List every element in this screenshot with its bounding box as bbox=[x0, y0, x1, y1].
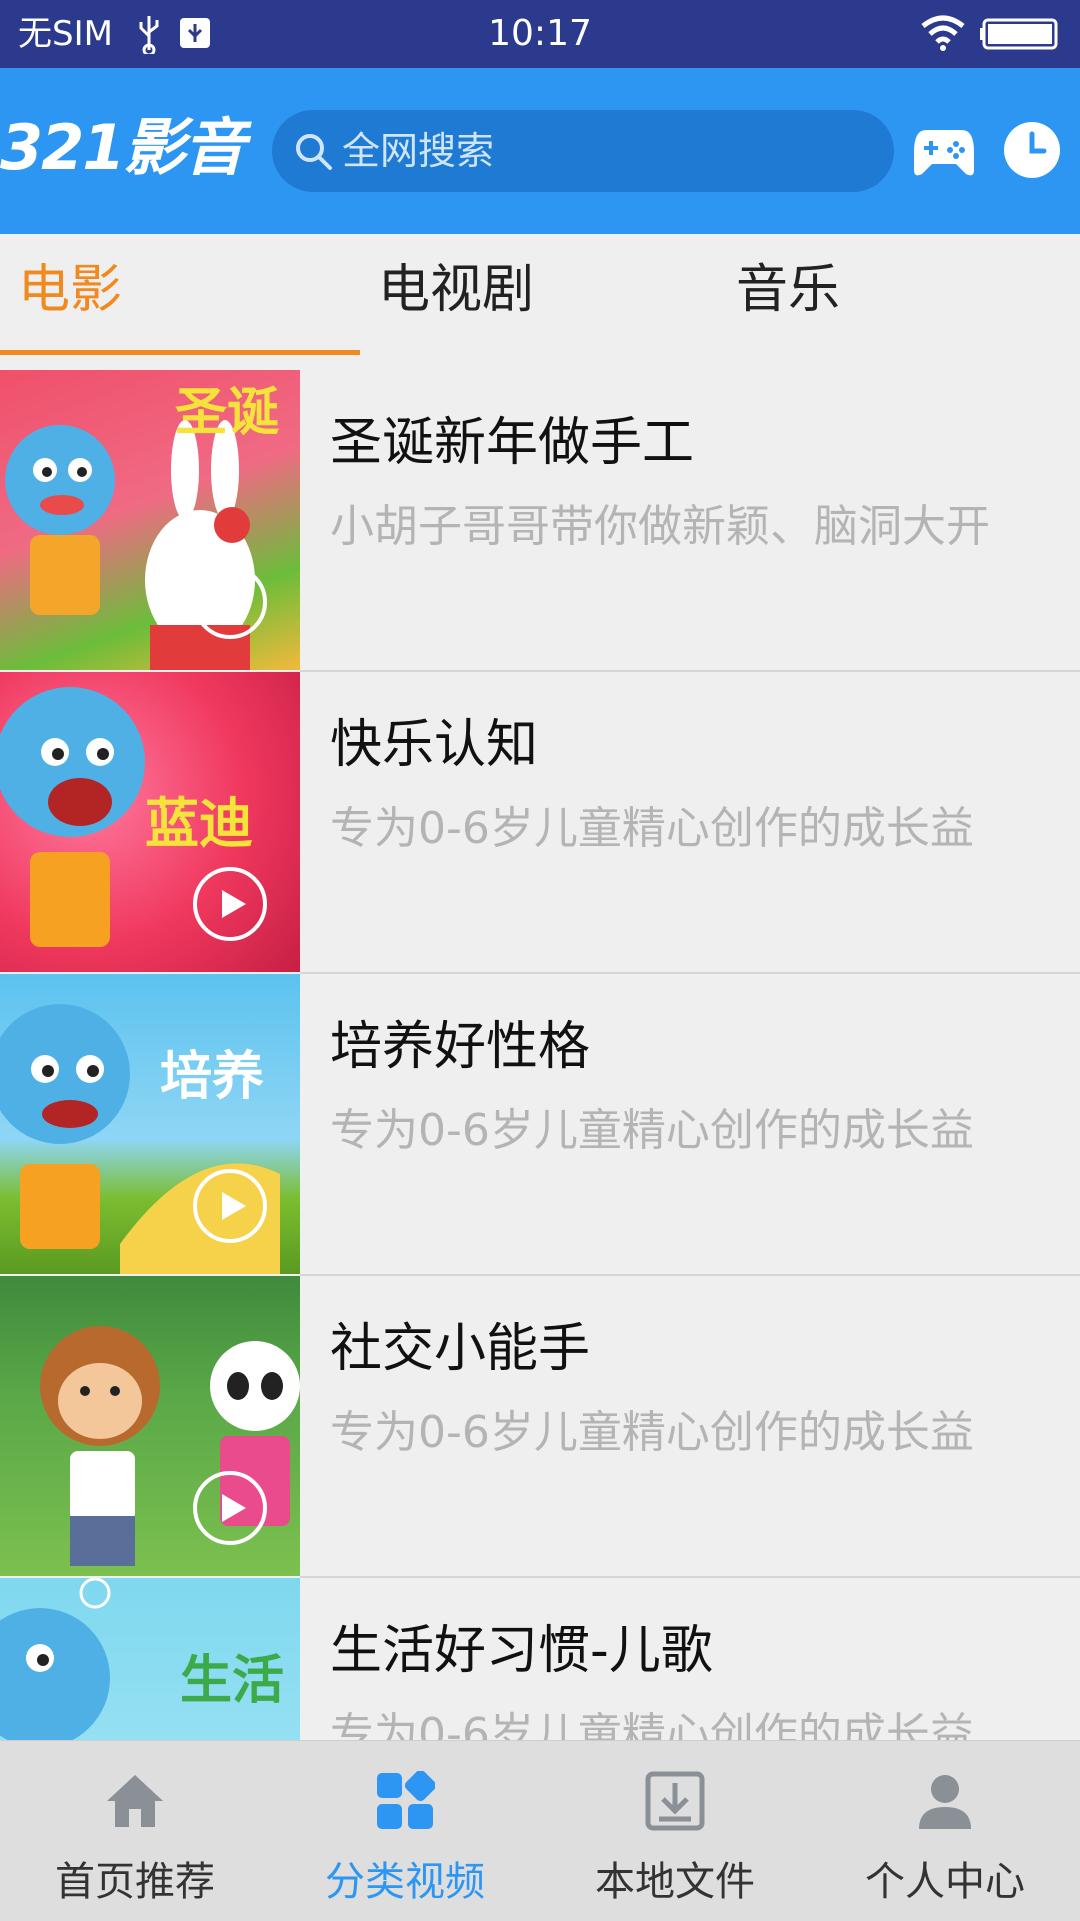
app-logo: 321影音 bbox=[0, 111, 245, 184]
nav-local-files-label: 本地文件 bbox=[595, 1859, 755, 1905]
wifi-icon bbox=[921, 15, 965, 51]
thumbnail-caption: 蓝迪 bbox=[145, 792, 253, 855]
tab-active-indicator bbox=[0, 350, 360, 355]
status-time: 10:17 bbox=[488, 13, 592, 54]
item-title: 生活好习惯-儿歌 bbox=[330, 1621, 713, 1681]
thumbnail-caption: 圣诞 bbox=[175, 383, 279, 443]
app-header: 321影音 全网搜索 bbox=[0, 68, 1080, 234]
item-title: 快乐认知 bbox=[330, 715, 539, 775]
play-icon[interactable] bbox=[192, 564, 268, 640]
download-icon bbox=[645, 1771, 705, 1831]
list-item[interactable]: 蓝迪 快乐认知 专为0-6岁儿童精心创作的成长益 bbox=[0, 672, 1080, 974]
play-icon[interactable] bbox=[192, 1168, 268, 1244]
item-description: 专为0-6岁儿童精心创作的成长益 bbox=[330, 803, 974, 854]
play-icon[interactable] bbox=[192, 1470, 268, 1546]
gamepad-icon[interactable] bbox=[912, 122, 976, 180]
item-title: 社交小能手 bbox=[330, 1319, 591, 1379]
tab-movies[interactable]: 电影 bbox=[18, 234, 122, 356]
home-icon bbox=[107, 1775, 163, 1827]
item-title: 圣诞新年做手工 bbox=[330, 413, 695, 473]
thumbnail-caption: 培养 bbox=[160, 1047, 264, 1107]
nav-categories-label: 分类视频 bbox=[325, 1859, 485, 1905]
person-icon bbox=[919, 1775, 971, 1829]
search-icon bbox=[296, 134, 332, 170]
list-item[interactable]: 生活 生活好习惯-儿歌 专为0-6岁儿童精心创作的成长益 bbox=[0, 1578, 1080, 1740]
category-tabs: 电影 电视剧 音乐 bbox=[0, 234, 1080, 356]
list-item[interactable]: 培养 培养好性格 专为0-6岁儿童精心创作的成长益 bbox=[0, 974, 1080, 1276]
item-description: 小胡子哥哥带你做新颖、脑洞大开 bbox=[330, 501, 990, 552]
battery-icon bbox=[980, 18, 1058, 50]
nav-categories[interactable]: 分类视频 bbox=[270, 1741, 540, 1921]
item-title: 培养好性格 bbox=[330, 1017, 591, 1077]
list-item[interactable]: 圣诞 圣诞新年做手工 小胡子哥哥带你做新颖、脑洞大开 bbox=[0, 370, 1080, 672]
video-thumbnail: 生活 bbox=[0, 1578, 300, 1740]
item-description: 专为0-6岁儿童精心创作的成长益 bbox=[330, 1709, 974, 1740]
play-icon[interactable] bbox=[192, 866, 268, 942]
thumbnail-caption: 生活 bbox=[180, 1651, 284, 1711]
search-box[interactable]: 全网搜索 bbox=[272, 110, 894, 192]
nav-local-files[interactable]: 本地文件 bbox=[540, 1741, 810, 1921]
search-placeholder: 全网搜索 bbox=[342, 129, 495, 173]
tab-tv-series[interactable]: 电视剧 bbox=[378, 234, 534, 356]
item-description: 专为0-6岁儿童精心创作的成长益 bbox=[330, 1105, 974, 1156]
nav-profile[interactable]: 个人中心 bbox=[810, 1741, 1080, 1921]
nav-home-label: 首页推荐 bbox=[55, 1859, 215, 1905]
nav-home[interactable]: 首页推荐 bbox=[0, 1741, 270, 1921]
item-description: 专为0-6岁儿童精心创作的成长益 bbox=[330, 1407, 974, 1458]
tab-music[interactable]: 音乐 bbox=[736, 234, 840, 356]
video-list: 圣诞 圣诞新年做手工 小胡子哥哥带你做新颖、脑洞大开 蓝迪 快乐认知 专为0-6… bbox=[0, 370, 1080, 1740]
nav-profile-label: 个人中心 bbox=[865, 1859, 1025, 1905]
category-icon bbox=[377, 1771, 435, 1829]
bottom-navigation: 首页推荐 分类视频 本地文件 个人中心 bbox=[0, 1740, 1080, 1921]
status-bar: 无SIM 10:17 bbox=[0, 0, 1080, 68]
list-item[interactable]: 社交小能手 专为0-6岁儿童精心创作的成长益 bbox=[0, 1276, 1080, 1578]
history-clock-icon[interactable] bbox=[1002, 120, 1062, 180]
